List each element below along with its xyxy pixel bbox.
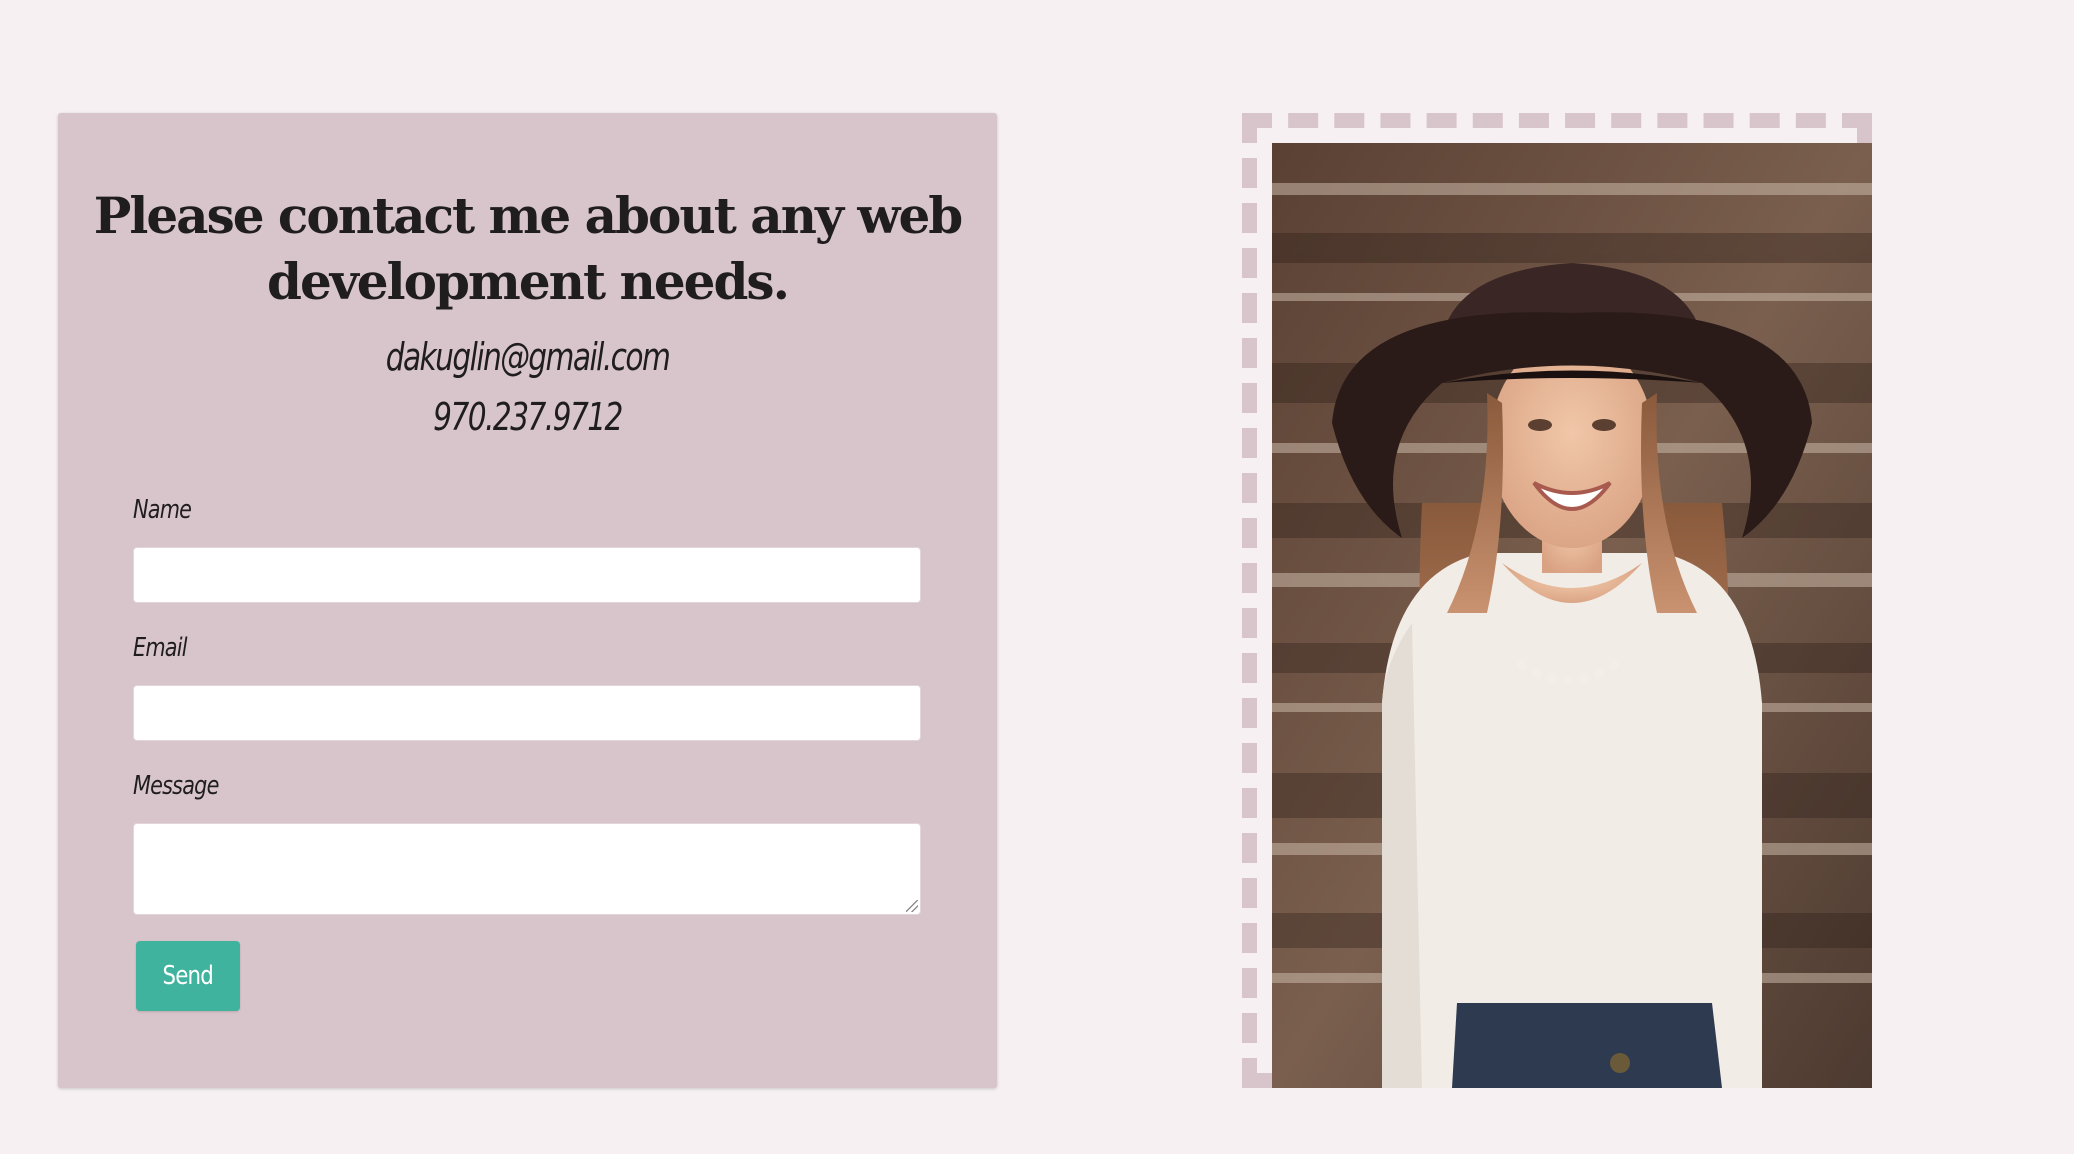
- name-input[interactable]: [133, 547, 921, 603]
- portrait-frame: [1242, 113, 1872, 1088]
- contact-phone: 970.237.9712: [433, 395, 623, 439]
- contact-email: dakuglin@gmail.com: [385, 335, 671, 379]
- send-button[interactable]: Send: [136, 941, 240, 1011]
- contact-form-card: Please contact me about any web developm…: [58, 113, 997, 1088]
- message-textarea[interactable]: [133, 823, 921, 915]
- portrait-photo: [1272, 143, 1872, 1088]
- contact-heading: Please contact me about any web developm…: [93, 186, 963, 311]
- send-button-label: Send: [162, 961, 214, 991]
- email-input[interactable]: [133, 685, 921, 741]
- message-label: Message: [133, 771, 219, 801]
- contact-page: Please contact me about any web developm…: [0, 0, 2074, 1154]
- resize-handle-icon[interactable]: [906, 900, 918, 912]
- email-label: Email: [133, 633, 188, 663]
- portrait-illustration: [1272, 143, 1872, 1088]
- name-label: Name: [133, 495, 192, 525]
